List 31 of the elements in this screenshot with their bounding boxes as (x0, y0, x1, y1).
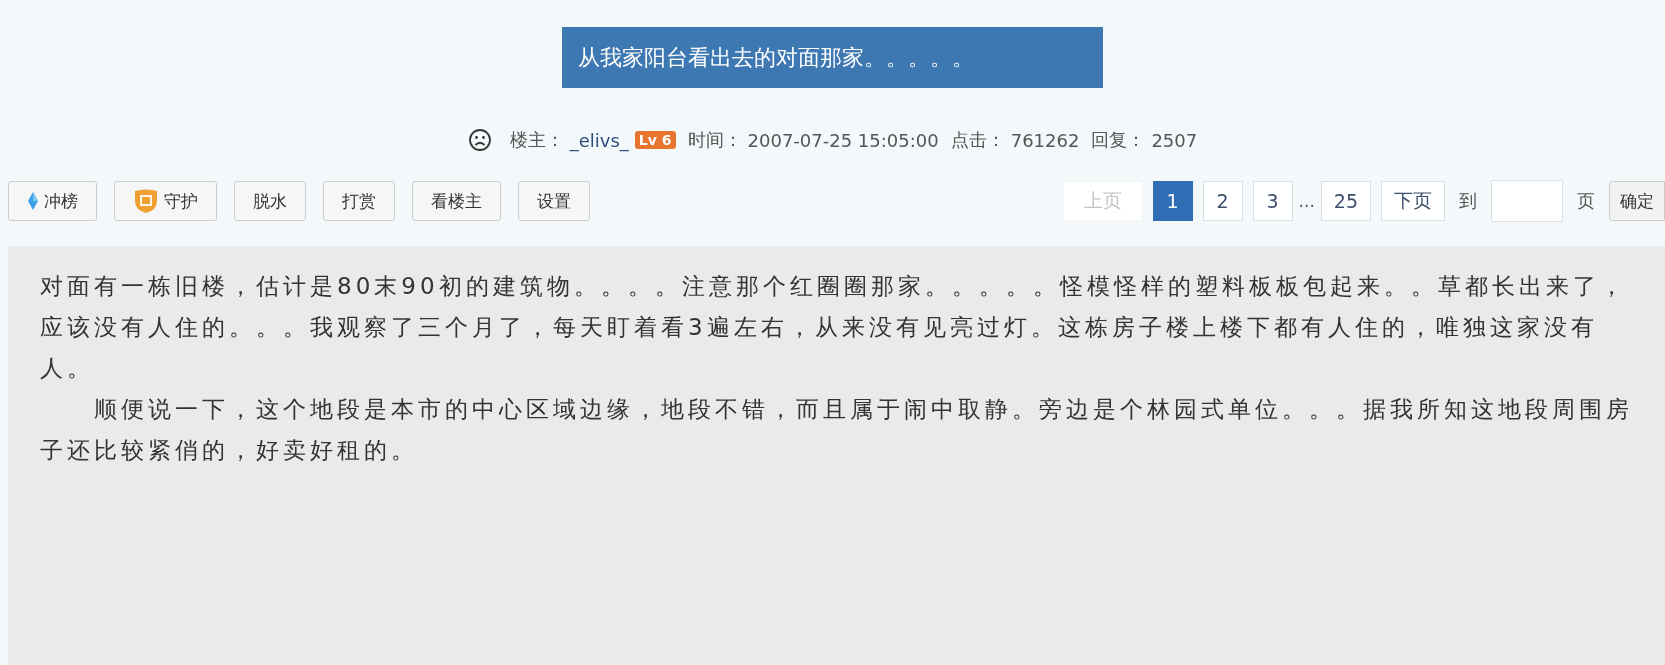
toolbar-button[interactable]: 设置 (518, 181, 590, 221)
level-badge: Lv 6 (634, 131, 676, 149)
replies-label: 回复： (1091, 128, 1146, 152)
clicks-label: 点击： (950, 128, 1005, 152)
toolbar-button[interactable]: 脱水 (234, 181, 306, 221)
shield-icon (133, 188, 159, 214)
author-label: 楼主： (509, 128, 564, 152)
click-count: 761262 (1010, 129, 1080, 151)
page-button[interactable]: 1 (1152, 181, 1193, 221)
page-unit-label: 页 (1577, 189, 1595, 213)
page-button[interactable]: 2 (1202, 181, 1243, 221)
confirm-button[interactable]: 确定 (1609, 181, 1665, 221)
toolbar-button[interactable]: 打赏 (323, 181, 395, 221)
diamond-icon (27, 191, 39, 211)
toolbar-button[interactable]: 守护 (114, 181, 217, 221)
post-paragraph: 顺便说一下，这个地段是本市的中心区域边缘，地段不错，而且属于闹中取静。旁边是个林园式单位。。。据我所知这地段周围房子还比较紧俏的，好卖好租的。 (40, 395, 1634, 465)
post-title: 从我家阳台看出去的对面那家。。。。。 (562, 27, 1103, 88)
page-ellipsis: ... (1298, 191, 1315, 211)
time-label: 时间： (687, 128, 742, 152)
toolbar-button[interactable]: 看楼主 (412, 181, 501, 221)
post-paragraph: 对面有一栋旧楼，估计是80末90初的建筑物。。。。注意那个红圈圈那家。。。。。怪模怪样的塑料板板包起来。。草都长出来了，应该没有人住的。。。我观察了三个月了，每天盯着看3遍左右，从来没有见亮过灯。这栋房子楼上楼下都有人住的，唯独这家没有人。 (40, 272, 1628, 383)
author-link[interactable]: _elivs_ (569, 129, 629, 151)
page-button[interactable]: 25 (1320, 181, 1371, 221)
toolbar-button[interactable]: 冲榜 (8, 181, 97, 221)
page-input[interactable] (1491, 180, 1563, 222)
page-button[interactable]: 3 (1252, 181, 1293, 221)
sad-face-icon (467, 128, 492, 152)
next-page-button[interactable]: 下页 (1381, 181, 1445, 221)
reply-count: 2507 (1151, 129, 1198, 151)
post-time: 2007-07-25 15:05:00 (747, 129, 939, 151)
goto-label: 到 (1459, 189, 1477, 213)
